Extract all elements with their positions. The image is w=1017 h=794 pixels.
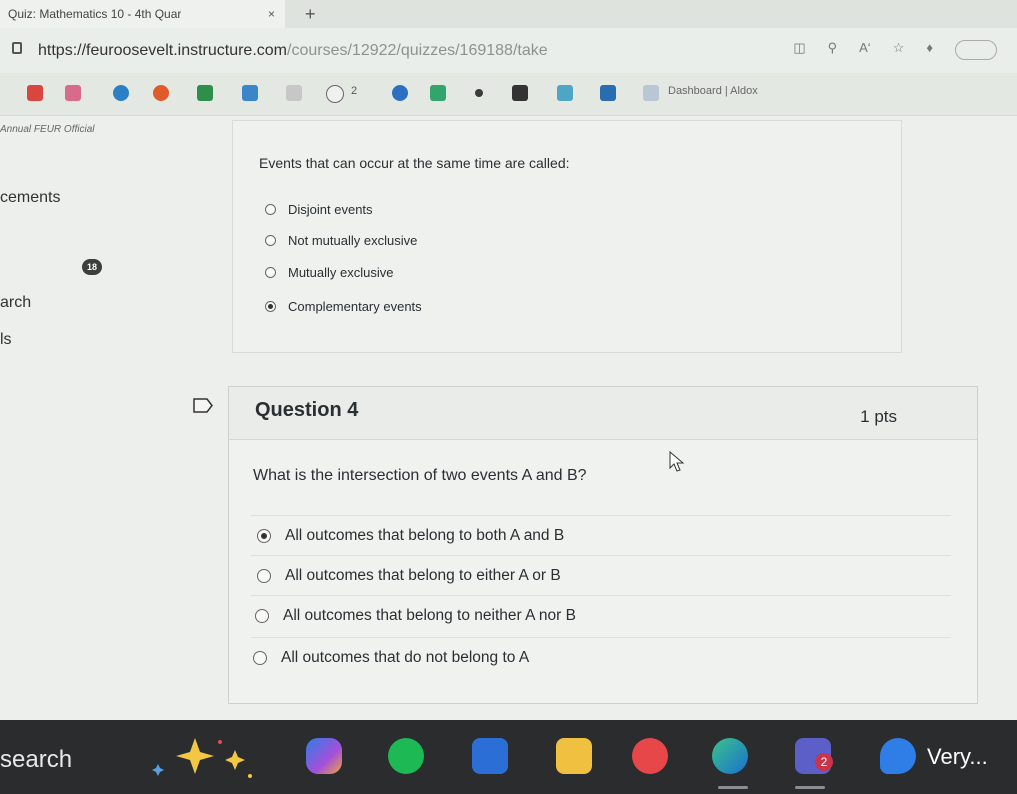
question-4-text: What is the intersection of two events A… — [253, 467, 587, 484]
dashboard-bookmark-label[interactable]: Dashboard | Aldox — [668, 85, 758, 97]
tab-title: Quiz: Mathematics 10 - 4th Quar — [8, 7, 182, 21]
extensions-icon[interactable]: ♦ — [926, 40, 933, 60]
question-title: Question 4 — [255, 399, 359, 421]
close-tab-icon[interactable]: × — [268, 7, 275, 21]
favorite-icon[interactable]: ☆ — [893, 40, 905, 60]
read-aloud-icon[interactable]: A‘ — [859, 40, 871, 60]
option-label: All outcomes that do not belong to A — [281, 649, 530, 666]
question-4-option[interactable]: All outcomes that belong to neither A no… — [255, 607, 576, 625]
question-4-card: Question 4 1 pts What is the intersectio… — [228, 386, 978, 704]
reader-icon[interactable]: ◫ — [793, 40, 805, 60]
radio-button[interactable] — [265, 267, 276, 278]
radio-button-selected[interactable] — [257, 529, 271, 543]
file-explorer-icon[interactable] — [556, 738, 592, 774]
spotify-icon[interactable] — [388, 738, 424, 774]
image-bookmark-icon[interactable] — [600, 85, 616, 101]
youtube-bookmark-icon[interactable] — [27, 85, 43, 101]
sheet-bookmark-icon[interactable] — [557, 85, 573, 101]
taskbar: search 2 Very... — [0, 720, 1017, 794]
lock-icon — [12, 42, 22, 54]
edge-icon[interactable] — [712, 738, 748, 774]
option-label: All outcomes that belong to neither A no… — [283, 607, 576, 624]
dashboard-bookmark-icon[interactable] — [643, 85, 659, 101]
question-3-option[interactable]: Complementary events — [265, 299, 422, 314]
notification-badge: 18 — [82, 259, 102, 275]
question-3-option[interactable]: Mutually exclusive — [265, 265, 394, 280]
drive-bookmark-icon[interactable] — [242, 85, 258, 101]
bookmark-count: 2 — [351, 85, 358, 97]
dot-bookmark-icon[interactable] — [475, 89, 483, 97]
fm-bookmark-icon[interactable] — [430, 85, 446, 101]
option-label: Not mutually exclusive — [288, 233, 418, 248]
divider — [251, 595, 951, 596]
twitter-bookmark-icon[interactable] — [113, 85, 129, 101]
question-3-text: Events that can occur at the same time a… — [259, 155, 570, 171]
sidebar-item-search[interactable]: arch — [0, 294, 31, 312]
url-text[interactable]: https://feuroosevelt.instructure.com/cou… — [38, 42, 548, 60]
flag-question-icon[interactable] — [193, 398, 213, 413]
divider — [251, 637, 951, 638]
circle-bookmark-icon[interactable] — [392, 85, 408, 101]
pt-bookmark-icon[interactable] — [512, 85, 528, 101]
search-icon[interactable]: ⚲ — [828, 40, 838, 60]
radio-button[interactable] — [257, 569, 271, 583]
option-label: All outcomes that belong to both A and B — [285, 527, 565, 544]
mouse-cursor-icon — [669, 451, 685, 472]
teams-notification-badge: 2 — [815, 753, 833, 771]
address-bar-actions: ◫ ⚲ A‘ ☆ ♦ — [793, 40, 997, 60]
option-label: Complementary events — [288, 299, 422, 314]
question-4-header: Question 4 1 pts — [229, 387, 977, 440]
radio-button[interactable] — [265, 204, 276, 215]
url-domain: https://feuroosevelt.instructure.com — [38, 41, 287, 59]
option-label: Mutually exclusive — [288, 265, 394, 280]
reddit-bookmark-icon[interactable] — [153, 85, 169, 101]
radio-button-selected[interactable] — [265, 301, 276, 312]
question-4-option[interactable]: All outcomes that do not belong to A — [253, 649, 529, 667]
running-app-indicator — [795, 786, 825, 789]
option-label: All outcomes that belong to either A or … — [285, 567, 561, 584]
option-label: Disjoint events — [288, 202, 373, 217]
question-4-option[interactable]: All outcomes that belong to both A and B — [257, 527, 564, 545]
url-path: /courses/12922/quizzes/169188/take — [287, 41, 548, 59]
radio-button[interactable] — [265, 235, 276, 246]
question-3-option[interactable]: Disjoint events — [265, 202, 373, 217]
taskbar-search[interactable]: search — [0, 746, 72, 774]
weather-icon[interactable] — [880, 738, 916, 774]
divider — [251, 555, 951, 556]
bookmarks-bar: 2 Dashboard | Aldox — [0, 73, 1017, 116]
search-highlight-icon — [152, 738, 252, 778]
sidebar-header: Annual FEUR Official — [0, 124, 95, 135]
profile-pill[interactable] — [955, 40, 997, 60]
address-bar[interactable]: https://feuroosevelt.instructure.com/cou… — [0, 28, 1017, 73]
quiz-page: Annual FEUR Official cements 18 arch ls … — [0, 116, 1017, 720]
vuetify-bookmark-icon[interactable] — [197, 85, 213, 101]
question-points: 1 pts — [860, 407, 897, 426]
question-4-option[interactable]: All outcomes that belong to either A or … — [257, 567, 561, 585]
sidebar-item-tools[interactable]: ls — [0, 331, 12, 349]
active-app-indicator — [718, 786, 748, 789]
question-3-card: Events that can occur at the same time a… — [232, 120, 902, 353]
word-icon[interactable] — [472, 738, 508, 774]
copilot-icon[interactable] — [306, 738, 342, 774]
weather-text[interactable]: Very... — [927, 744, 988, 770]
sidebar-item-announcements[interactable]: cements — [0, 189, 60, 207]
radio-button[interactable] — [255, 609, 269, 623]
question-3-option[interactable]: Not mutually exclusive — [265, 233, 417, 248]
browser-tab[interactable]: Quiz: Mathematics 10 - 4th Quar × — [0, 0, 285, 28]
new-tab-button[interactable]: + — [305, 4, 316, 25]
instagram-bookmark-icon[interactable] — [65, 85, 81, 101]
radio-button[interactable] — [253, 651, 267, 665]
tab-bar: Quiz: Mathematics 10 - 4th Quar × + — [0, 0, 1017, 29]
folder-bookmark-icon[interactable] — [286, 85, 302, 101]
divider — [251, 515, 951, 516]
globe-bookmark-icon[interactable] — [326, 85, 344, 103]
wps-office-icon[interactable] — [632, 738, 668, 774]
